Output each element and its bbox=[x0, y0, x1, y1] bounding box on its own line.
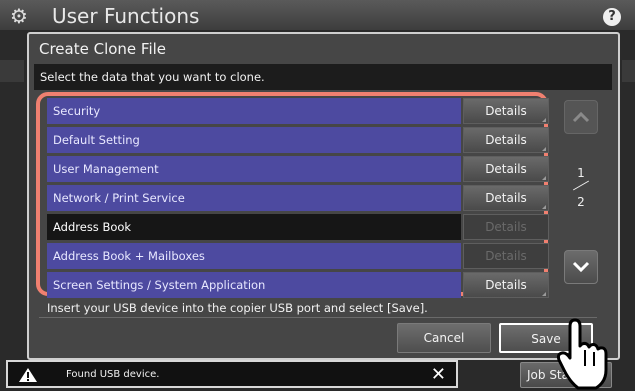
details-button[interactable]: Details bbox=[463, 156, 549, 182]
dialog-title: Create Clone File bbox=[39, 40, 167, 58]
details-button[interactable]: Details bbox=[463, 185, 549, 211]
usb-instruction: Insert your USB device into the copier U… bbox=[47, 301, 428, 315]
list-item-label[interactable]: Default Setting bbox=[47, 127, 461, 153]
create-clone-dialog: Create Clone File Select the data that y… bbox=[27, 32, 620, 360]
list-item-user-management[interactable]: User Management Details bbox=[47, 156, 549, 182]
divider bbox=[39, 317, 597, 318]
cancel-button[interactable]: Cancel bbox=[397, 323, 491, 353]
list-item-label[interactable]: Network / Print Service bbox=[47, 185, 461, 211]
details-button-disabled: Details bbox=[463, 214, 549, 240]
list-item-label[interactable]: Security bbox=[47, 98, 461, 124]
gear-icon: ⚙ bbox=[10, 4, 28, 28]
page-separator bbox=[572, 180, 590, 191]
list-item-address-book[interactable]: Address Book Details bbox=[47, 214, 549, 240]
background-panel bbox=[622, 60, 635, 82]
list-item-label[interactable]: User Management bbox=[47, 156, 461, 182]
list-item-label[interactable]: Screen Settings / System Application bbox=[47, 272, 461, 298]
status-message: Found USB device. bbox=[66, 369, 160, 380]
help-icon[interactable]: ? bbox=[603, 8, 621, 26]
list-item-security[interactable]: Security Details bbox=[47, 98, 549, 124]
page-total: 2 bbox=[577, 195, 585, 209]
close-icon[interactable]: ✕ bbox=[431, 365, 446, 385]
instruction-bar: Select the data that you want to clone. bbox=[34, 64, 612, 90]
details-button[interactable]: Details bbox=[463, 272, 549, 298]
details-button-disabled: Details bbox=[463, 243, 549, 269]
list-item-network-print-service[interactable]: Network / Print Service Details bbox=[47, 185, 549, 211]
chevron-down-icon bbox=[572, 261, 590, 273]
list-item-label[interactable]: Address Book bbox=[47, 214, 461, 240]
list-item-label[interactable]: Address Book + Mailboxes bbox=[47, 243, 461, 269]
chevron-up-icon bbox=[572, 111, 590, 123]
page-current: 1 bbox=[577, 166, 585, 180]
details-button[interactable]: Details bbox=[463, 98, 549, 124]
scroll-up-button[interactable] bbox=[564, 100, 598, 134]
list-item-address-book-mailboxes[interactable]: Address Book + Mailboxes Details bbox=[47, 243, 549, 269]
details-button[interactable]: Details bbox=[463, 127, 549, 153]
list-item-default-setting[interactable]: Default Setting Details bbox=[47, 127, 549, 153]
hand-cursor-icon bbox=[556, 318, 608, 390]
app-title: User Functions bbox=[52, 4, 200, 28]
list-item-screen-settings[interactable]: Screen Settings / System Application Det… bbox=[47, 272, 549, 298]
instruction-text: Select the data that you want to clone. bbox=[40, 70, 265, 84]
background-panel bbox=[0, 60, 24, 82]
app-header: ⚙ User Functions ? bbox=[0, 0, 635, 30]
scroll-down-button[interactable] bbox=[564, 250, 598, 284]
warning-icon bbox=[19, 368, 37, 382]
status-bar: Found USB device. ✕ bbox=[6, 360, 458, 388]
